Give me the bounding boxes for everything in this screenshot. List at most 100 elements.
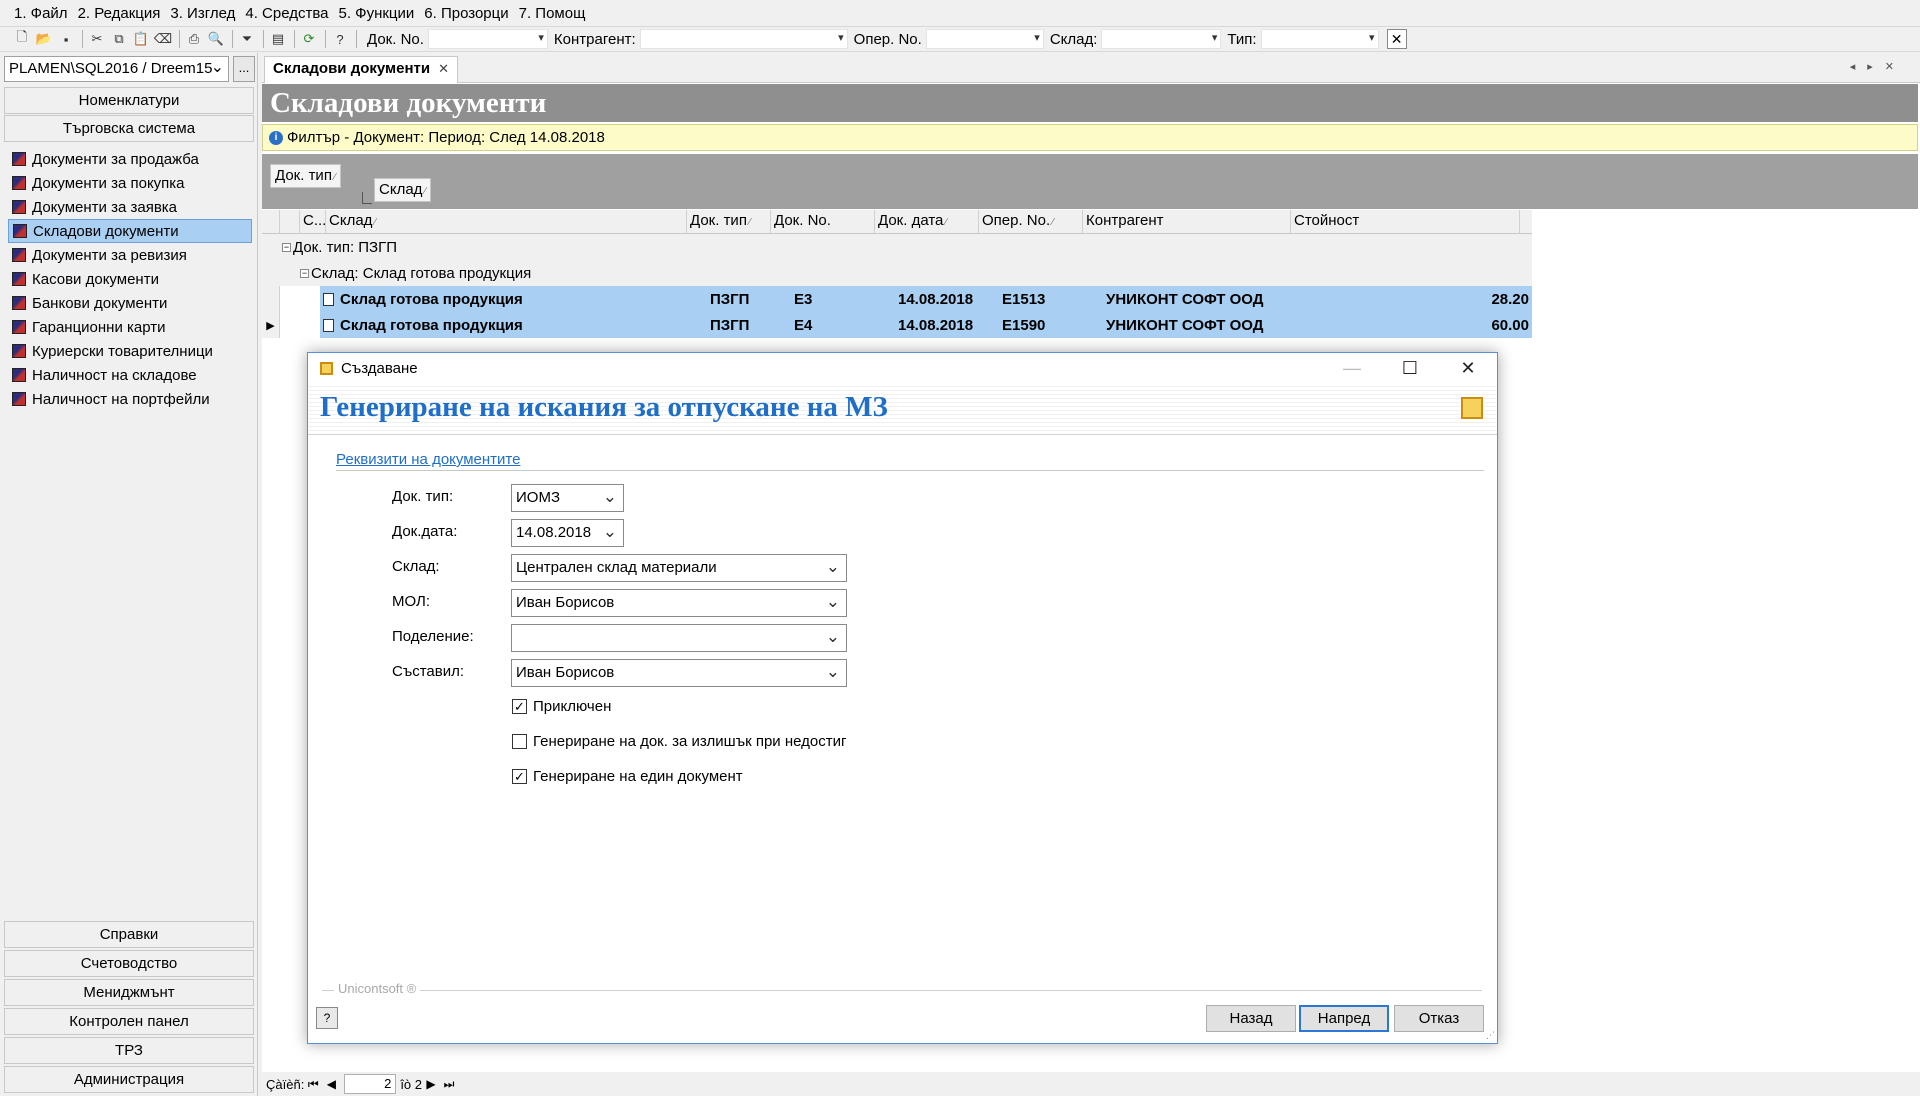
document-module-icon bbox=[12, 176, 26, 190]
paste-icon[interactable]: 📋 bbox=[131, 29, 151, 49]
group-label: Док. тип: ПЗГП bbox=[293, 238, 398, 256]
minimize-icon[interactable]: — bbox=[1323, 353, 1381, 383]
help-icon[interactable]: ? bbox=[330, 29, 350, 49]
print-preview-icon[interactable]: 🔍 bbox=[206, 29, 226, 49]
checkbox-checked-icon[interactable]: ✓ bbox=[512, 699, 527, 714]
partner-filter-input[interactable] bbox=[639, 29, 848, 49]
window-icon[interactable]: ▤ bbox=[268, 29, 288, 49]
nav-item-portfolio-stock[interactable]: Наличност на портфейли bbox=[8, 387, 252, 411]
type-filter-input[interactable] bbox=[1260, 29, 1379, 49]
single-doc-checkbox[interactable]: ✓ Генериране на един документ bbox=[512, 768, 743, 785]
help-icon[interactable]: ? bbox=[316, 1007, 338, 1029]
nav-item-cash-docs[interactable]: Касови документи bbox=[8, 267, 252, 291]
clear-filter-icon[interactable]: ✕ bbox=[1386, 29, 1407, 49]
column-header-status[interactable]: С... bbox=[300, 210, 326, 233]
checkbox-unchecked-icon[interactable] bbox=[512, 734, 527, 749]
section-control-panel[interactable]: Контролен панел bbox=[4, 1008, 254, 1035]
save-icon[interactable]: ▪ bbox=[56, 29, 76, 49]
menu-functions[interactable]: 5. Функции bbox=[339, 5, 415, 22]
nav-item-bank-docs[interactable]: Банкови документи bbox=[8, 291, 252, 315]
menu-windows[interactable]: 6. Прозорци bbox=[424, 5, 508, 22]
section-nomenclatures[interactable]: Номенклатури bbox=[4, 87, 254, 114]
nav-item-audit-docs[interactable]: Документи за ревизия bbox=[8, 243, 252, 267]
filter-icon[interactable]: ⏷ bbox=[237, 29, 257, 49]
nav-item-warranty-cards[interactable]: Гаранционни карти bbox=[8, 315, 252, 339]
print-icon[interactable]: ⎙ bbox=[184, 29, 204, 49]
cell-warehouse: Склад готова продукция bbox=[320, 317, 707, 334]
collapse-icon[interactable]: − bbox=[282, 242, 291, 252]
group-chip-doc-type[interactable]: Док. тип ⁄ bbox=[270, 164, 341, 188]
close-tab-icon[interactable]: ✕ bbox=[438, 61, 449, 76]
maximize-icon[interactable]: ☐ bbox=[1381, 353, 1439, 383]
closed-checkbox[interactable]: ✓ Приключен bbox=[512, 698, 611, 715]
nav-item-courier-waybills[interactable]: Куриерски товарителници bbox=[8, 339, 252, 363]
menu-file[interactable]: 1. Файл bbox=[14, 5, 68, 22]
document-module-icon bbox=[12, 344, 26, 358]
collapse-icon[interactable]: − bbox=[300, 268, 309, 278]
warehouse-select[interactable]: Централен склад материали ⌄ bbox=[511, 554, 847, 582]
oper-no-filter-input[interactable] bbox=[925, 29, 1044, 49]
database-selector[interactable]: PLAMEN\SQL2016 / Dreem15 bbox=[4, 56, 229, 82]
group-chip-warehouse[interactable]: Склад ⁄ bbox=[374, 178, 432, 202]
new-document-icon[interactable]: 🗋 bbox=[12, 29, 32, 49]
doc-no-filter-input[interactable] bbox=[427, 29, 548, 49]
checkbox-checked-icon[interactable]: ✓ bbox=[512, 769, 527, 784]
section-management[interactable]: Мениджмънт bbox=[4, 979, 254, 1006]
column-header-doc-no[interactable]: Док. No. bbox=[771, 210, 875, 233]
menu-tools[interactable]: 4. Средства bbox=[245, 5, 328, 22]
eraser-icon[interactable]: ⌫ bbox=[153, 29, 173, 49]
cell-doc-no: Е4 bbox=[794, 316, 813, 334]
nav-item-order-docs[interactable]: Документи за заявка bbox=[8, 195, 252, 219]
copy-icon[interactable]: ⧉ bbox=[109, 29, 129, 49]
column-header-warehouse[interactable]: Склад ⁄ bbox=[326, 210, 687, 233]
column-header-oper-no[interactable]: Опер. No. ⁄ bbox=[979, 210, 1083, 233]
next-record-icon[interactable]: ▶ bbox=[422, 1075, 440, 1093]
tab-scroll-arrows-icon[interactable]: ◂▸✕ bbox=[1850, 60, 1906, 73]
section-accounting[interactable]: Счетоводство bbox=[4, 950, 254, 977]
column-header-partner[interactable]: Контрагент bbox=[1083, 210, 1291, 233]
nav-item-purchase-docs[interactable]: Документи за покупка bbox=[8, 171, 252, 195]
open-folder-icon[interactable]: 📂 bbox=[34, 29, 54, 49]
section-trade-system[interactable]: Търговска система bbox=[4, 115, 254, 142]
first-record-icon[interactable]: ⏮ bbox=[304, 1075, 322, 1093]
column-header-value[interactable]: Стойност bbox=[1291, 210, 1520, 233]
table-row[interactable]: Склад готова продукция ПЗГП Е3 14.08.201… bbox=[262, 286, 1532, 312]
column-header-doc-date[interactable]: Док. дата ⁄ bbox=[875, 210, 979, 233]
close-icon[interactable]: ✕ bbox=[1439, 353, 1497, 383]
record-number-input[interactable]: 2 bbox=[344, 1074, 397, 1094]
cancel-button[interactable]: Отказ bbox=[1394, 1005, 1484, 1032]
surplus-doc-checkbox[interactable]: Генериране на док. за излишък при недост… bbox=[512, 733, 846, 750]
refresh-icon[interactable]: ⟳ bbox=[299, 29, 319, 49]
table-row[interactable]: ▶ Склад готова продукция ПЗГП Е4 14.08.2… bbox=[262, 312, 1532, 338]
menu-view[interactable]: 3. Изглед bbox=[170, 5, 235, 22]
last-record-icon[interactable]: ⏭ bbox=[440, 1075, 458, 1093]
doc-type-select[interactable]: ИОМЗ ⌄ bbox=[511, 484, 624, 512]
nav-item-warehouse-stock[interactable]: Наличност на складове bbox=[8, 363, 252, 387]
menu-help[interactable]: 7. Помощ bbox=[519, 5, 586, 22]
warehouse-filter-input[interactable] bbox=[1101, 29, 1222, 49]
prev-record-icon[interactable]: ◀ bbox=[322, 1075, 340, 1093]
resize-grip-icon[interactable]: ⋰ bbox=[1486, 1030, 1495, 1041]
toolbar-separator bbox=[325, 30, 326, 48]
menu-edit[interactable]: 2. Редакция bbox=[78, 5, 161, 22]
next-button[interactable]: Напред bbox=[1299, 1005, 1389, 1032]
type-filter-label: Тип: bbox=[1227, 30, 1257, 48]
cell-value: 60.00 bbox=[1491, 316, 1529, 334]
menu-bar: 1. Файл 2. Редакция 3. Изглед 4. Средств… bbox=[0, 0, 1920, 26]
doc-date-picker[interactable]: 14.08.2018 ⌄ bbox=[511, 519, 624, 547]
doc-requisites-link[interactable]: Реквизити на документите bbox=[336, 451, 520, 468]
nav-item-sales-docs[interactable]: Документи за продажба bbox=[8, 147, 252, 171]
database-browse-button[interactable]: ... bbox=[233, 56, 255, 82]
back-button[interactable]: Назад bbox=[1206, 1005, 1296, 1032]
column-header-doc-type[interactable]: Док. тип ⁄ bbox=[687, 210, 771, 233]
nav-item-warehouse-docs[interactable]: Складови документи bbox=[8, 219, 252, 243]
brand-label: Unicontsoft ® bbox=[334, 981, 421, 996]
section-reports[interactable]: Справки bbox=[4, 921, 254, 948]
mol-select[interactable]: Иван Борисов ⌄ bbox=[511, 589, 847, 617]
division-select[interactable]: ⌄ bbox=[511, 624, 847, 652]
section-payroll[interactable]: ТРЗ bbox=[4, 1037, 254, 1064]
author-select[interactable]: Иван Борисов ⌄ bbox=[511, 659, 847, 687]
cut-icon[interactable]: ✂ bbox=[87, 29, 107, 49]
tab-warehouse-docs[interactable]: Складови документи ✕ bbox=[264, 56, 458, 83]
section-administration[interactable]: Администрация bbox=[4, 1066, 254, 1093]
